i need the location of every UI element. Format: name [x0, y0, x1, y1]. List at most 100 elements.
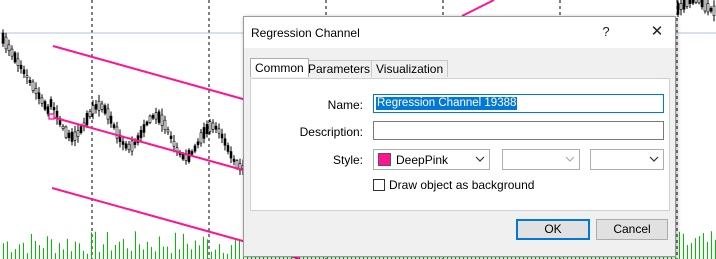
- channel-lower-line[interactable]: [51, 187, 251, 244]
- volume-bar: [147, 241, 148, 259]
- volume-bar: [47, 236, 48, 259]
- candle-body: [232, 158, 236, 162]
- candle-body: [163, 119, 167, 131]
- tab-visualization[interactable]: Visualization: [371, 60, 449, 77]
- channel-middle-line[interactable]: [51, 116, 251, 173]
- description-field[interactable]: [373, 121, 664, 140]
- volume-bar: [679, 231, 680, 259]
- volume-bar: [683, 233, 684, 259]
- line-width-dropdown[interactable]: [590, 149, 664, 170]
- candle-body: [7, 44, 11, 52]
- volume-bar: [687, 245, 688, 259]
- volume-bar: [99, 252, 100, 259]
- candle-body: [172, 140, 176, 147]
- candle-body: [190, 151, 194, 155]
- tab-common[interactable]: Common: [250, 58, 309, 77]
- candle-body: [712, 5, 716, 16]
- volume-bar: [131, 250, 132, 259]
- volume-bar: [143, 249, 144, 259]
- channel-segment-top-right[interactable]: [461, 0, 495, 17]
- tab-parameters[interactable]: Parameters: [303, 60, 376, 77]
- regression-channel-dialog: Regression Channel ? ✕ Common Parameters…: [243, 16, 676, 257]
- style-label: Style:: [332, 153, 363, 167]
- volume-bar: [139, 244, 140, 259]
- candle-body: [70, 131, 74, 142]
- candle-body: [151, 114, 155, 119]
- description-label: Description:: [299, 125, 363, 139]
- volume-bar: [31, 233, 32, 259]
- volume-bar: [211, 251, 212, 259]
- volume-bar: [95, 231, 96, 259]
- candle-body: [16, 58, 20, 66]
- candle-body: [25, 75, 29, 79]
- volume-bar: [71, 251, 72, 259]
- volume-bar: [167, 246, 168, 259]
- volume-bar: [199, 245, 200, 259]
- volume-bar: [75, 241, 76, 259]
- candle-body: [76, 130, 80, 137]
- candle-body: [130, 140, 134, 152]
- volume-bar: [711, 231, 712, 259]
- volume-bar: [119, 241, 120, 259]
- volume-bar: [695, 238, 696, 259]
- candle-body: [160, 114, 164, 126]
- candle-body: [166, 129, 170, 133]
- channel-anchor-handle[interactable]: [48, 113, 55, 120]
- candle-body: [97, 100, 101, 111]
- chevron-down-icon: [565, 156, 575, 162]
- candle-body: [214, 125, 218, 130]
- candle-body: [37, 92, 41, 100]
- ok-button[interactable]: OK: [516, 219, 590, 240]
- candle-body: [157, 111, 161, 123]
- volume-bar: [15, 249, 16, 259]
- volume-bar: [127, 248, 128, 259]
- candle-body: [220, 133, 224, 139]
- candle-body: [709, 7, 713, 12]
- candle-body: [208, 121, 212, 132]
- volume-bar: [27, 253, 28, 259]
- volume-bar: [707, 241, 708, 259]
- candle-body: [223, 138, 227, 146]
- background-checkbox[interactable]: [373, 179, 385, 191]
- candle-body: [52, 107, 56, 111]
- color-dropdown[interactable]: DeepPink: [373, 149, 490, 170]
- volume-bar: [179, 249, 180, 259]
- volume-bar: [191, 249, 192, 259]
- volume-bar: [23, 242, 24, 259]
- candle-body: [205, 124, 209, 135]
- candle-body: [73, 131, 77, 141]
- candle-body: [193, 145, 197, 152]
- candle-body: [202, 127, 206, 139]
- candle-body: [676, 2, 680, 15]
- volume-bar: [103, 244, 104, 259]
- candle-body: [88, 111, 92, 117]
- volume-bar: [203, 236, 204, 259]
- volume-bar: [187, 243, 188, 259]
- volume-bar: [115, 244, 116, 259]
- cancel-button[interactable]: Cancel: [596, 219, 668, 240]
- volume-bar: [215, 249, 216, 259]
- volume-bar: [219, 244, 220, 259]
- close-button[interactable]: ✕: [645, 22, 669, 42]
- candle-body: [10, 48, 14, 57]
- dialog-titlebar[interactable]: Regression Channel ? ✕: [244, 17, 675, 48]
- volume-bar: [183, 233, 184, 259]
- color-swatch: [378, 153, 391, 166]
- volume-bar: [135, 231, 136, 259]
- candle-body: [169, 135, 173, 139]
- name-field-value: Regression Channel 19388: [376, 97, 518, 110]
- candle-body: [139, 130, 143, 138]
- candle-body: [103, 105, 107, 114]
- volume-bar: [231, 245, 232, 259]
- channel-upper-line[interactable]: [52, 45, 251, 102]
- help-button[interactable]: ?: [594, 22, 618, 42]
- candle-body: [34, 88, 38, 94]
- background-checkbox-label[interactable]: Draw object as background: [389, 178, 534, 192]
- line-style-dropdown[interactable]: [502, 149, 580, 170]
- name-field[interactable]: Regression Channel 19388: [373, 94, 664, 113]
- candle-body: [235, 160, 239, 169]
- candle-body: [109, 115, 113, 124]
- candle-body: [4, 36, 8, 50]
- volume-bar: [175, 232, 176, 259]
- volume-bar: [35, 240, 36, 259]
